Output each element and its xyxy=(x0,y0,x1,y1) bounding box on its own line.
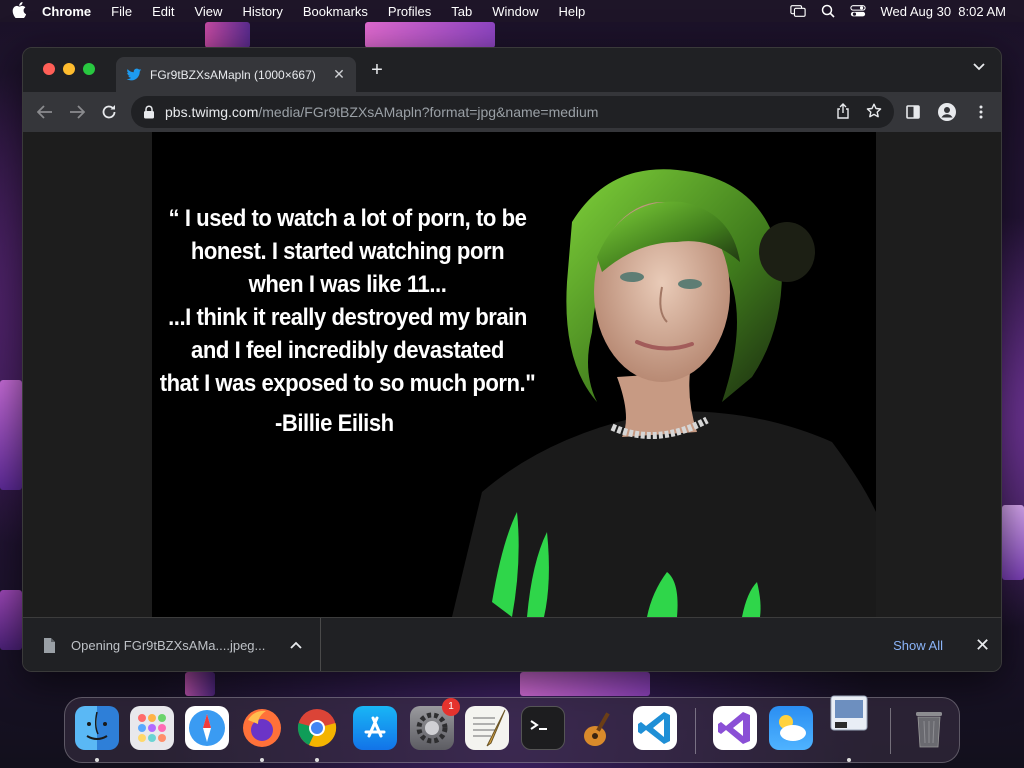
wallpaper-decoration xyxy=(520,672,650,696)
url-path: /media/FGr9tBZXsAMapln?format=jpg&name=m… xyxy=(258,104,599,120)
portrait-photo xyxy=(452,169,876,617)
wallpaper-decoration xyxy=(0,590,22,650)
apple-icon[interactable] xyxy=(0,1,38,21)
twitter-bird-icon xyxy=(126,67,142,83)
lock-icon[interactable] xyxy=(143,105,157,119)
visual-studio-icon[interactable] xyxy=(713,706,757,750)
bookmark-star-icon[interactable] xyxy=(866,103,882,122)
menu-view[interactable]: View xyxy=(184,4,232,19)
weather-icon[interactable] xyxy=(769,706,813,750)
system-settings-icon[interactable]: 1 xyxy=(410,698,460,750)
chrome-window: FGr9tBZXsAMapln (1000×667) ✕ + pbs.twimg… xyxy=(22,47,1002,672)
menu-edit[interactable]: Edit xyxy=(142,4,184,19)
active-tab[interactable]: FGr9tBZXsAMapln (1000×667) ✕ xyxy=(116,57,356,92)
menu-window[interactable]: Window xyxy=(482,4,548,19)
menu-file[interactable]: File xyxy=(101,4,142,19)
menu-bookmarks[interactable]: Bookmarks xyxy=(293,4,378,19)
screen-mirroring-icon[interactable] xyxy=(790,5,807,18)
close-download-bar-icon[interactable]: ✕ xyxy=(975,635,990,656)
menu-app-name[interactable]: Chrome xyxy=(38,4,101,19)
menu-tab[interactable]: Tab xyxy=(441,4,482,19)
tab-search-chevron-icon[interactable] xyxy=(971,62,987,78)
forward-button[interactable] xyxy=(63,98,91,126)
wallpaper-decoration xyxy=(365,22,495,48)
trash-icon[interactable] xyxy=(907,706,951,750)
download-shelf: Opening FGr9tBZXsAMa....jpeg... Show All… xyxy=(23,617,1001,671)
profile-avatar-icon[interactable] xyxy=(937,98,957,126)
url-host: pbs.twimg.com xyxy=(165,104,259,120)
chevron-up-icon[interactable] xyxy=(290,640,304,652)
safari-icon[interactable] xyxy=(185,706,229,750)
wallpaper-decoration xyxy=(0,380,22,490)
app-store-icon[interactable] xyxy=(353,706,397,750)
menu-bar: Chrome File Edit View History Bookmarks … xyxy=(0,0,1024,22)
browser-toolbar: pbs.twimg.com/media/FGr9tBZXsAMapln?form… xyxy=(23,92,1001,132)
window-minimize-button[interactable] xyxy=(63,63,75,75)
tab-close-icon[interactable]: ✕ xyxy=(332,66,346,83)
launchpad-icon[interactable] xyxy=(130,706,174,750)
control-center-icon[interactable] xyxy=(850,5,867,18)
chrome-icon[interactable] xyxy=(295,706,339,750)
terminal-icon[interactable] xyxy=(521,706,565,750)
running-indicator xyxy=(95,758,99,762)
side-panel-icon[interactable] xyxy=(903,98,923,126)
window-zoom-button[interactable] xyxy=(83,63,95,75)
textedit-icon[interactable] xyxy=(465,706,509,750)
running-indicator xyxy=(315,758,319,762)
dock-separator xyxy=(890,708,891,754)
reload-button[interactable] xyxy=(95,98,123,126)
tab-title: FGr9tBZXsAMapln (1000×667) xyxy=(150,67,316,82)
clock[interactable]: Wed Aug 30 8:02 AM xyxy=(880,4,1006,19)
dock-separator xyxy=(695,708,696,754)
window-close-button[interactable] xyxy=(43,63,55,75)
notification-badge: 1 xyxy=(442,698,460,716)
download-item[interactable]: Opening FGr9tBZXsAMa....jpeg... xyxy=(23,618,321,671)
wallpaper-decoration xyxy=(1002,505,1024,580)
download-filename: Opening FGr9tBZXsAMa....jpeg... xyxy=(71,638,266,653)
vscode-icon[interactable] xyxy=(633,706,677,750)
share-icon[interactable] xyxy=(836,102,850,122)
file-icon xyxy=(44,638,55,653)
running-indicator xyxy=(260,758,264,762)
finder-icon[interactable] xyxy=(75,706,119,750)
wallpaper-decoration xyxy=(185,672,215,696)
firefox-icon[interactable] xyxy=(240,706,284,750)
dock: 1 xyxy=(64,695,960,763)
spotlight-search-icon[interactable] xyxy=(820,4,836,18)
garageband-icon[interactable] xyxy=(577,706,621,750)
menu-help[interactable]: Help xyxy=(549,4,596,19)
preview-icon[interactable] xyxy=(827,692,871,736)
menu-profiles[interactable]: Profiles xyxy=(378,4,441,19)
quote-author: -Billie Eilish xyxy=(275,410,394,437)
displayed-image[interactable]: “ I used to watch a lot of porn, to be h… xyxy=(152,132,876,617)
menu-history[interactable]: History xyxy=(232,4,292,19)
new-tab-button[interactable]: + xyxy=(367,60,387,81)
show-all-link[interactable]: Show All xyxy=(893,638,943,653)
address-bar[interactable]: pbs.twimg.com/media/FGr9tBZXsAMapln?form… xyxy=(131,96,894,128)
back-button[interactable] xyxy=(31,98,59,126)
tab-strip: FGr9tBZXsAMapln (1000×667) ✕ + xyxy=(23,48,1001,92)
running-indicator xyxy=(847,758,851,762)
page-content: “ I used to watch a lot of porn, to be h… xyxy=(23,132,1001,617)
kebab-menu-icon[interactable] xyxy=(971,98,991,126)
wallpaper-decoration xyxy=(205,22,250,48)
